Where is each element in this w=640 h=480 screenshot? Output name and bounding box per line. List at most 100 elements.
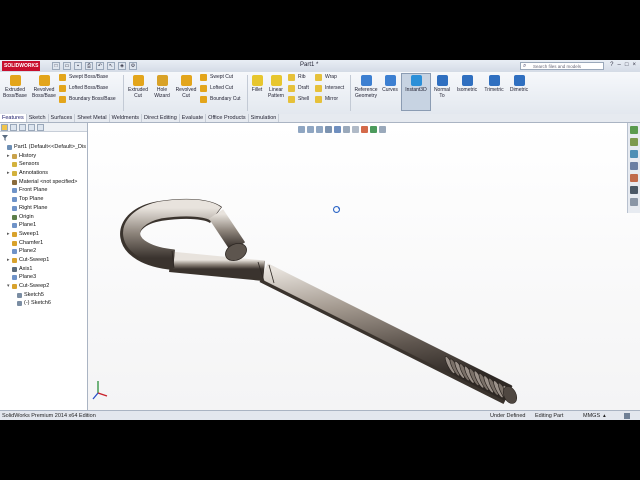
tree-node[interactable]: Sensors (0, 160, 87, 169)
wrap-button[interactable]: Wrap (315, 72, 337, 82)
design-library-icon[interactable] (630, 138, 638, 146)
open-icon[interactable]: ▭ (63, 62, 71, 70)
intersect-button[interactable]: Intersect (315, 83, 344, 93)
tree-node-label: Plane3 (19, 274, 37, 281)
fillet-button[interactable]: Fillet (249, 73, 265, 93)
extruded-boss-button[interactable]: Extruded Boss/Base (1, 73, 29, 99)
featuremanager-tab-icon[interactable] (1, 124, 8, 131)
tree-node[interactable]: Part1 (Default<<Default>_Dis (0, 143, 87, 152)
curves-label: Curves (382, 87, 398, 93)
tab-office-products[interactable]: Office Products (206, 114, 249, 122)
mirror-button[interactable]: Mirror (315, 94, 338, 104)
tab-evaluate[interactable]: Evaluate (180, 114, 207, 122)
tree-node[interactable]: ▸ Cut-Sweep1 (0, 256, 87, 265)
file-explorer-icon[interactable] (630, 150, 638, 158)
tree-node[interactable]: ▸ History (0, 152, 87, 161)
display-manager-tab-icon[interactable] (37, 124, 44, 131)
extruded-cut-button[interactable]: Extruded Cut (125, 73, 151, 99)
help-icon[interactable] (624, 413, 630, 419)
tree-node-label: Material <not specified> (19, 178, 78, 185)
tree-node[interactable]: Plane3 (0, 273, 87, 282)
solidworks-logo[interactable]: SOLIDWORKS (2, 61, 40, 71)
tab-sheet-metal[interactable]: Sheet Metal (75, 114, 110, 122)
feature-icon (12, 257, 17, 263)
shell-button[interactable]: Shell (288, 94, 309, 104)
tab-features[interactable]: Features (0, 114, 27, 122)
hole-wizard-button[interactable]: Hole Wizard (151, 73, 173, 99)
document-title: Part1 * (300, 62, 319, 68)
help-button[interactable]: ? (610, 62, 613, 68)
tab-direct-editing[interactable]: Direct Editing (142, 114, 180, 122)
search-icon: ⌕ (523, 63, 527, 69)
solidworks-resources-icon[interactable] (630, 126, 638, 134)
dimetric-button[interactable]: Dimetric (506, 73, 532, 93)
minimize-button[interactable]: – (618, 62, 621, 68)
tree-node[interactable]: Plane2 (0, 247, 87, 256)
draft-button[interactable]: Draft (288, 83, 309, 93)
revolved-cut-button[interactable]: Revolved Cut (173, 73, 199, 99)
search-input[interactable]: ⌕ Search files and models (520, 62, 604, 70)
boundary-boss-button[interactable]: Boundary Boss/Base (59, 94, 116, 104)
filter-icon[interactable] (2, 135, 8, 141)
expand-icon[interactable]: ▸ (7, 169, 10, 178)
view-palette-icon[interactable] (630, 162, 638, 170)
tree-node[interactable]: ▸ Sweep1 (0, 230, 87, 239)
linear-pattern-label-2: Pattern (267, 93, 285, 99)
tree-node[interactable]: Sketch5 (0, 291, 87, 300)
reference-geometry-button[interactable]: Reference Geometry (352, 73, 380, 99)
options-icon[interactable]: ⚙ (129, 62, 137, 70)
tab-weldments[interactable]: Weldments (110, 114, 143, 122)
eye-bolt-model[interactable] (88, 123, 640, 410)
close-button[interactable]: × (632, 62, 636, 68)
tree-node[interactable]: Right Plane (0, 204, 87, 213)
tab-sketch[interactable]: Sketch (27, 114, 49, 122)
rebuild-icon[interactable]: ◈ (118, 62, 126, 70)
tree-node[interactable]: Plane1 (0, 221, 87, 230)
expand-icon[interactable]: ▸ (7, 230, 10, 239)
tree-node[interactable]: Axis1 (0, 265, 87, 274)
trimetric-icon (488, 75, 500, 86)
normal-to-button[interactable]: Normal To (431, 73, 453, 99)
tree-node[interactable]: Material <not specified> (0, 178, 87, 187)
tree-node[interactable]: (-) Sketch6 (0, 299, 87, 308)
units-arrow-icon[interactable]: ▴ (603, 411, 606, 420)
tree-node[interactable]: Top Plane (0, 195, 87, 204)
collapse-icon[interactable]: ▾ (7, 282, 10, 291)
tree-node[interactable]: Origin (0, 213, 87, 222)
lofted-cut-button[interactable]: Lofted Cut (200, 83, 233, 93)
forum-icon[interactable] (630, 198, 638, 206)
custom-properties-icon[interactable] (630, 186, 638, 194)
property-manager-tab-icon[interactable] (10, 124, 17, 131)
select-icon[interactable]: ↖ (107, 62, 115, 70)
swept-cut-button[interactable]: Swept Cut (200, 72, 233, 82)
units-selector[interactable]: MMGS (583, 411, 600, 420)
new-icon[interactable]: □ (52, 62, 60, 70)
configuration-manager-tab-icon[interactable] (19, 124, 26, 131)
revolved-boss-button[interactable]: Revolved Boss/Base (30, 73, 58, 99)
boundary-cut-button[interactable]: Boundary Cut (200, 94, 241, 104)
print-icon[interactable]: ⎙ (85, 62, 93, 70)
tab-surfaces[interactable]: Surfaces (49, 114, 76, 122)
lofted-cut-label: Lofted Cut (210, 85, 234, 91)
expand-icon[interactable]: ▸ (7, 152, 10, 161)
rib-button[interactable]: Rib (288, 72, 306, 82)
tree-node[interactable]: Front Plane (0, 186, 87, 195)
tree-node[interactable]: ▸ Annotations (0, 169, 87, 178)
linear-pattern-button[interactable]: Linear Pattern (265, 73, 287, 99)
graphics-area[interactable] (88, 123, 640, 410)
appearances-icon[interactable] (630, 174, 638, 182)
swept-boss-button[interactable]: Swept Boss/Base (59, 72, 108, 82)
expand-icon[interactable]: ▸ (7, 256, 10, 265)
undo-icon[interactable]: ↶ (96, 62, 104, 70)
maximize-button[interactable]: □ (625, 62, 629, 68)
instant3d-button[interactable]: Instant3D (402, 73, 430, 93)
lofted-boss-button[interactable]: Lofted Boss/Base (59, 83, 108, 93)
trimetric-button[interactable]: Trimetric (480, 73, 508, 93)
dimxpert-tab-icon[interactable] (28, 124, 35, 131)
tab-simulation[interactable]: Simulation (249, 114, 280, 122)
curves-button[interactable]: Curves (380, 73, 400, 93)
save-icon[interactable]: ▪ (74, 62, 82, 70)
tree-node[interactable]: Chamfer1 (0, 239, 87, 248)
isometric-button[interactable]: Isometric (453, 73, 481, 93)
tree-node[interactable]: ▾ Cut-Sweep2 (0, 282, 87, 291)
